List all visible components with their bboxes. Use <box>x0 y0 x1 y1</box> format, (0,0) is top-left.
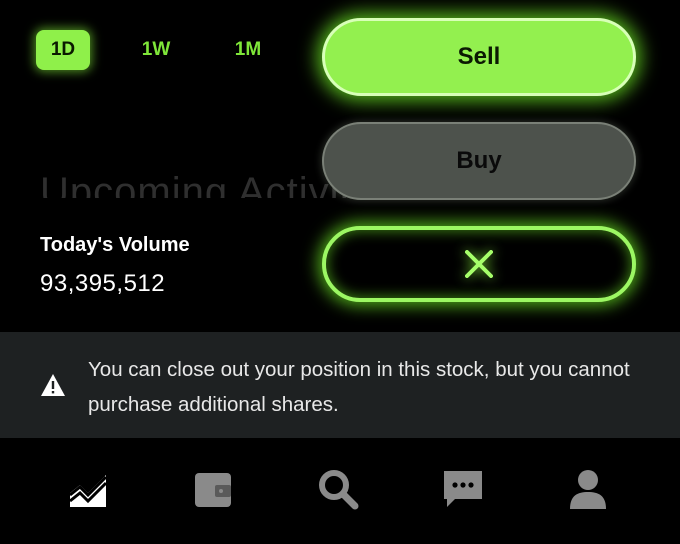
sell-button[interactable]: Sell <box>322 18 636 96</box>
close-x-icon <box>465 250 493 278</box>
close-actions-button[interactable] <box>322 226 636 302</box>
range-tab-1d[interactable]: 1D <box>36 30 90 70</box>
search-icon <box>319 470 359 510</box>
buy-button-label: Buy <box>456 147 502 174</box>
range-tab-1w[interactable]: 1W <box>130 30 182 70</box>
trade-screen: 1D 1W 1M Upcoming Activity Today's Volum… <box>0 0 680 544</box>
warning-triangle-icon <box>41 374 65 396</box>
wallet-icon <box>195 473 231 507</box>
buy-button[interactable]: Buy <box>322 122 636 200</box>
volume-value: 93,395,512 <box>40 270 166 297</box>
nav-search-tab[interactable] <box>313 464 363 514</box>
chart-icon <box>69 475 108 507</box>
sell-button-label: Sell <box>457 43 501 70</box>
messages-icon <box>444 471 482 507</box>
account-icon <box>570 470 606 509</box>
nav-wallet-tab[interactable] <box>188 464 238 514</box>
volume-label: Today's Volume <box>40 234 190 256</box>
range-tab-1m[interactable]: 1M <box>222 30 274 70</box>
warning-message: You can close out your position in this … <box>88 358 630 416</box>
nav-messages-tab[interactable] <box>438 464 488 514</box>
restriction-warning-banner: You can close out your position in this … <box>0 332 680 438</box>
nav-account-tab[interactable] <box>563 464 613 514</box>
bottom-navigation <box>0 438 680 544</box>
nav-investing-tab[interactable] <box>63 464 113 514</box>
